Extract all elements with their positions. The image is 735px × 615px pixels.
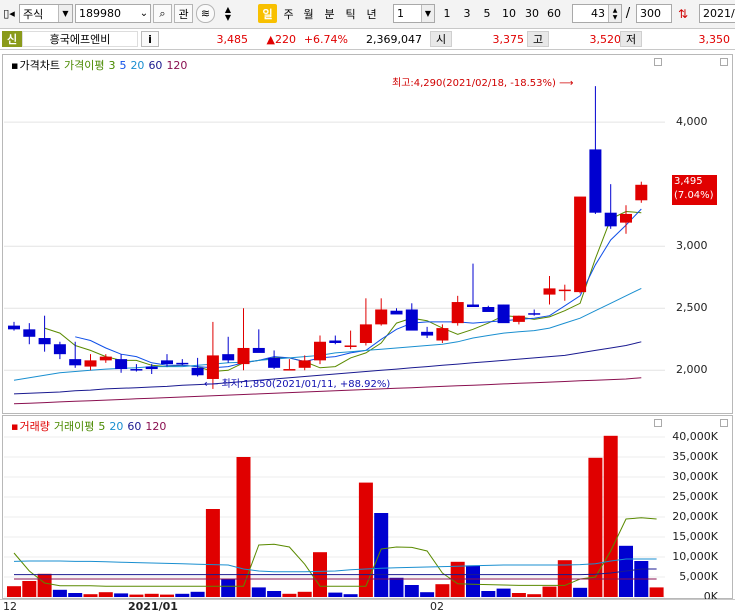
toolbar: ▯◂ 주식 ▼ 189980 ⌄ ⌕ 관 ≋ ▲ ▼ 일 주 월 분 틱 년 1 … [0, 0, 735, 29]
stepper-arrows[interactable]: ▲ ▼ [218, 4, 238, 23]
period-minute-button[interactable]: 분 [321, 4, 338, 23]
volume-tick-label: 5,000K [679, 570, 718, 583]
chevron-down-icon[interactable]: ⌄ [138, 8, 150, 19]
x-label-jan: 2021/01 [128, 600, 178, 613]
volume-ma-60: 60 [127, 419, 142, 433]
low-price: 3,350 [698, 32, 731, 46]
volume-ma-120: 120 [145, 419, 167, 433]
x-axis: 12 2021/01 02 [0, 599, 735, 615]
volume-legend: ▪ 거래량 거래이평 5 20 60 120 [11, 419, 170, 434]
interval-select-value: 1 [397, 7, 404, 20]
price-low-text: 최저:1,850(2021/01/11, +88.92%) [221, 379, 391, 390]
current-price: 3,485 [216, 32, 249, 46]
panel-maximize-icon[interactable] [654, 58, 662, 66]
price-high-annotation: 최고:4,290(2021/02/18, -18.53%) ⟶ [392, 74, 573, 89]
volume-tick-label: 20,000K [672, 510, 718, 523]
price-ma-3: 3 [108, 58, 116, 72]
price-ma-5: 5 [119, 58, 127, 72]
stock-name: 흥국에프엔비 [22, 31, 138, 47]
price-ma-20: 20 [130, 58, 145, 72]
price-ma-120: 120 [166, 58, 188, 72]
arrow-left-icon: ⟵ [204, 379, 219, 390]
count-separator: / [625, 6, 631, 21]
stock-code-value: 189980 [79, 7, 121, 20]
volume-ma-20: 20 [109, 419, 124, 433]
arrow-down-icon[interactable]: ▼ [225, 13, 231, 22]
last-price-percent: (7.04%) [674, 190, 714, 201]
price-high-text: 최고:4,290(2021/02/18, -18.53%) [392, 78, 556, 89]
display-count-input[interactable]: 43 ▲ ▼ [572, 4, 622, 23]
price-tick-label: 2,000 [676, 363, 708, 377]
x-label-dec: 12 [3, 600, 17, 613]
volume-ma-label: 거래이평 [53, 420, 95, 433]
interval-5-button[interactable]: 5 [480, 4, 494, 23]
period-daily-button[interactable]: 일 [258, 4, 277, 23]
panel-toggle-icon[interactable]: ▯◂ [2, 4, 16, 23]
open-price: 3,375 [492, 32, 525, 46]
link-icon: ≋ [200, 7, 211, 20]
volume-ma-5: 5 [98, 419, 106, 433]
volume-legend-title: 거래량 [19, 420, 50, 433]
display-count-value: 43 [591, 7, 605, 20]
high-price: 3,520 [589, 32, 622, 46]
interval-select[interactable]: 1 ▼ [393, 4, 435, 23]
chevron-down-icon[interactable]: ▼ [58, 5, 72, 22]
price-ma-label: 가격이평 [63, 59, 105, 72]
link-button[interactable]: ≋ [196, 4, 215, 23]
price-ma-60: 60 [148, 58, 163, 72]
price-tick-label: 2,500 [676, 301, 708, 315]
last-price-marker: 3,495 (7.04%) [672, 175, 717, 205]
volume-tick-label: 40,000K [672, 430, 718, 443]
legend-marker-icon: ▪ [11, 58, 19, 72]
volume-chart-panel: ▪ 거래량 거래이평 5 20 60 120 [2, 415, 733, 599]
info-button[interactable]: i [141, 31, 159, 47]
price-low-annotation: ⟵ 최저:1,850(2021/01/11, +88.92%) [204, 375, 390, 390]
price-legend-title: 가격차트 [19, 59, 60, 72]
volume-tick-label: 25,000K [672, 490, 718, 503]
interest-button[interactable]: 관 [174, 4, 193, 23]
price-legend: ▪ 가격차트 가격이평 3 5 20 60 120 [11, 58, 191, 73]
change-percent: +6.74% [303, 32, 348, 46]
panel-close-icon[interactable] [720, 419, 728, 427]
panel-maximize-icon[interactable] [654, 419, 662, 427]
stock-code-input[interactable]: 189980 ⌄ [75, 4, 151, 23]
interval-1-button[interactable]: 1 [440, 4, 454, 23]
chevron-down-icon[interactable]: ▼ [421, 5, 434, 22]
arrow-right-icon: ⟶ [559, 78, 574, 89]
low-label: 저 [620, 31, 642, 47]
panel-close-icon[interactable] [720, 58, 728, 66]
volume-tick-label: 10,000K [672, 550, 718, 563]
interval-60-button[interactable]: 60 [544, 4, 564, 23]
trade-volume: 2,369,047 [366, 32, 422, 46]
interval-30-button[interactable]: 30 [522, 4, 542, 23]
period-tick-button[interactable]: 틱 [342, 4, 359, 23]
search-icon: ⌕ [159, 6, 166, 20]
high-label: 고 [527, 31, 549, 47]
volume-tick-label: 35,000K [672, 450, 718, 463]
quote-bar: 신 흥국에프엔비 i 3,485 ▲220 +6.74% 2,369,047 시… [0, 29, 735, 50]
period-weekly-button[interactable]: 주 [280, 4, 297, 23]
open-label: 시 [430, 31, 452, 47]
last-price-value: 3,495 [674, 176, 703, 187]
price-tick-label: 4,000 [676, 115, 708, 129]
period-year-button[interactable]: 년 [363, 4, 380, 23]
volume-tick-label: 15,000K [672, 530, 718, 543]
market-select[interactable]: 주식 ▼ [19, 4, 73, 23]
interval-3-button[interactable]: 3 [460, 4, 474, 23]
market-select-value: 주식 [23, 7, 44, 21]
total-count-input[interactable]: 300 [636, 4, 672, 23]
volume-tick-label: 30,000K [672, 470, 718, 483]
price-change: ▲220 [266, 32, 296, 46]
interval-10-button[interactable]: 10 [499, 4, 519, 23]
price-tick-label: 3,000 [676, 239, 708, 253]
refresh-icon[interactable]: ⇅ [674, 4, 692, 23]
x-label-feb: 02 [430, 600, 444, 613]
date-input[interactable]: 2021/ [699, 4, 735, 23]
count-stepper-icon[interactable]: ▲ ▼ [608, 5, 621, 22]
period-monthly-button[interactable]: 월 [300, 4, 317, 23]
search-button[interactable]: ⌕ [153, 4, 172, 23]
new-badge: 신 [2, 31, 22, 47]
price-chart-panel: ▪ 가격차트 가격이평 3 5 20 60 120 [2, 54, 733, 414]
legend-marker-icon: ▪ [11, 419, 19, 433]
